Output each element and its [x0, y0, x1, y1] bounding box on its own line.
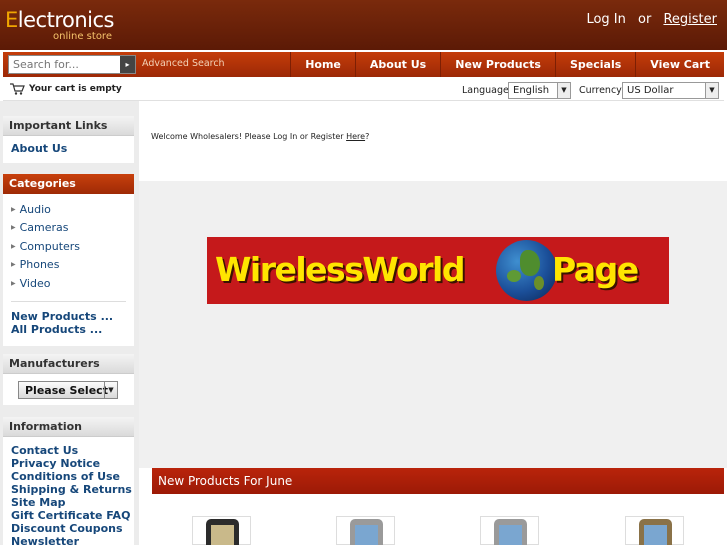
nav-menu: Home About Us New Products Specials View…	[290, 52, 724, 77]
all-products-link[interactable]: All Products ...	[11, 323, 102, 336]
phone-image	[494, 519, 527, 545]
wireless-world-banner[interactable]: WirelessWorld Page	[207, 237, 669, 304]
information-title: Information	[3, 417, 134, 437]
logo-subtitle: online store	[53, 31, 112, 42]
category-computers[interactable]: ▶ Computers	[11, 240, 80, 253]
advanced-search-link[interactable]: Advanced Search	[142, 58, 225, 69]
new-products-heading: New Products For June	[152, 468, 724, 494]
manufacturers-box: Manufacturers Please Select ▼	[3, 354, 134, 405]
important-links-box: Important Links About Us	[3, 116, 134, 163]
language-value: English	[513, 85, 550, 96]
main-content: Welcome Wholesalers! Please Log In or Re…	[139, 101, 727, 545]
welcome-message: Welcome Wholesalers! Please Log In or Re…	[151, 132, 370, 141]
or-text: or	[638, 12, 652, 27]
nav-home[interactable]: Home	[290, 52, 355, 77]
currency-value: US Dollar	[627, 85, 674, 96]
logo-title: Electronics	[5, 8, 114, 32]
info-link-shipping-returns[interactable]: Shipping & Returns	[11, 483, 132, 496]
category-cameras[interactable]: ▶ Cameras	[11, 221, 69, 234]
product-thumbnail[interactable]	[625, 516, 684, 545]
cart-toolbar: Your cart is empty Language: English ▼ C…	[3, 79, 724, 101]
banner-text-left: WirelessWorld	[215, 250, 465, 289]
category-audio[interactable]: ▶ Audio	[11, 203, 51, 216]
currency-select[interactable]: US Dollar ▼	[622, 82, 719, 99]
category-video[interactable]: ▶ Video	[11, 277, 50, 290]
info-link-newsletter[interactable]: Newsletter	[11, 535, 79, 545]
info-link-site-map[interactable]: Site Map	[11, 496, 65, 509]
chevron-down-icon: ▼	[557, 83, 570, 98]
info-link-discount-coupons[interactable]: Discount Coupons	[11, 522, 123, 535]
search-submit-button[interactable]: ▸	[120, 56, 135, 73]
nav-specials[interactable]: Specials	[554, 52, 635, 77]
language-select[interactable]: English ▼	[508, 82, 571, 99]
manufacturer-value: Please Select	[25, 384, 108, 397]
bullet-icon: ▶	[11, 206, 16, 213]
info-link-contact-us[interactable]: Contact Us	[11, 444, 78, 457]
search-box: ▸	[8, 55, 136, 74]
bullet-icon: ▶	[11, 243, 16, 250]
account-links: Log In or Register	[582, 12, 721, 27]
store-logo[interactable]: Electronics online store	[5, 8, 114, 42]
language-label: Language:	[462, 85, 513, 96]
site-header: Electronics online store Log In or Regis…	[0, 0, 727, 50]
product-thumbnail[interactable]	[192, 516, 251, 545]
cart-icon[interactable]	[10, 83, 25, 95]
info-link-conditions-of-use[interactable]: Conditions of Use	[11, 470, 120, 483]
cart-status[interactable]: Your cart is empty	[29, 84, 122, 94]
new-products-link[interactable]: New Products ...	[11, 310, 113, 323]
phone-image	[206, 519, 239, 545]
phone-image	[639, 519, 672, 545]
register-link[interactable]: Register	[663, 12, 717, 27]
chevron-down-icon: ▼	[705, 83, 718, 98]
chevron-down-icon: ▼	[104, 382, 117, 398]
nav-new-products[interactable]: New Products	[440, 52, 555, 77]
register-here-link[interactable]: Here	[346, 132, 365, 141]
sidebar: Important Links About Us Categories ▶ Aud…	[0, 101, 139, 545]
banner-area: WirelessWorld Page	[139, 181, 727, 468]
divider	[11, 301, 126, 302]
categories-title: Categories	[3, 174, 134, 194]
login-link[interactable]: Log In	[586, 12, 625, 27]
category-phones[interactable]: ▶ Phones	[11, 258, 59, 271]
sidebar-link-about-us[interactable]: About Us	[11, 142, 67, 155]
phone-image	[350, 519, 383, 545]
product-thumbnail[interactable]	[480, 516, 539, 545]
manufacturer-select[interactable]: Please Select ▼	[18, 381, 118, 399]
manufacturers-title: Manufacturers	[3, 354, 134, 374]
important-links-title: Important Links	[3, 116, 134, 136]
info-link-privacy-notice[interactable]: Privacy Notice	[11, 457, 100, 470]
bullet-icon: ▶	[11, 261, 16, 268]
product-thumbnail[interactable]	[336, 516, 395, 545]
categories-box: Categories ▶ Audio ▶ Cameras ▶ Computers ▶ P…	[3, 174, 134, 346]
search-input[interactable]	[9, 56, 120, 73]
currency-label: Currency:	[579, 85, 625, 96]
bullet-icon: ▶	[11, 224, 16, 231]
nav-about-us[interactable]: About Us	[354, 52, 440, 77]
bullet-icon: ▶	[11, 280, 16, 287]
nav-view-cart[interactable]: View Cart	[635, 52, 724, 77]
information-box: Information Contact Us Privacy Notice Co…	[3, 417, 134, 545]
main-nav-bar: ▸ Advanced Search Home About Us New Prod…	[3, 52, 724, 77]
info-link-gift-certificate-faq[interactable]: Gift Certificate FAQ	[11, 509, 130, 522]
globe-icon	[496, 240, 557, 301]
banner-text-right: Page	[552, 250, 639, 289]
